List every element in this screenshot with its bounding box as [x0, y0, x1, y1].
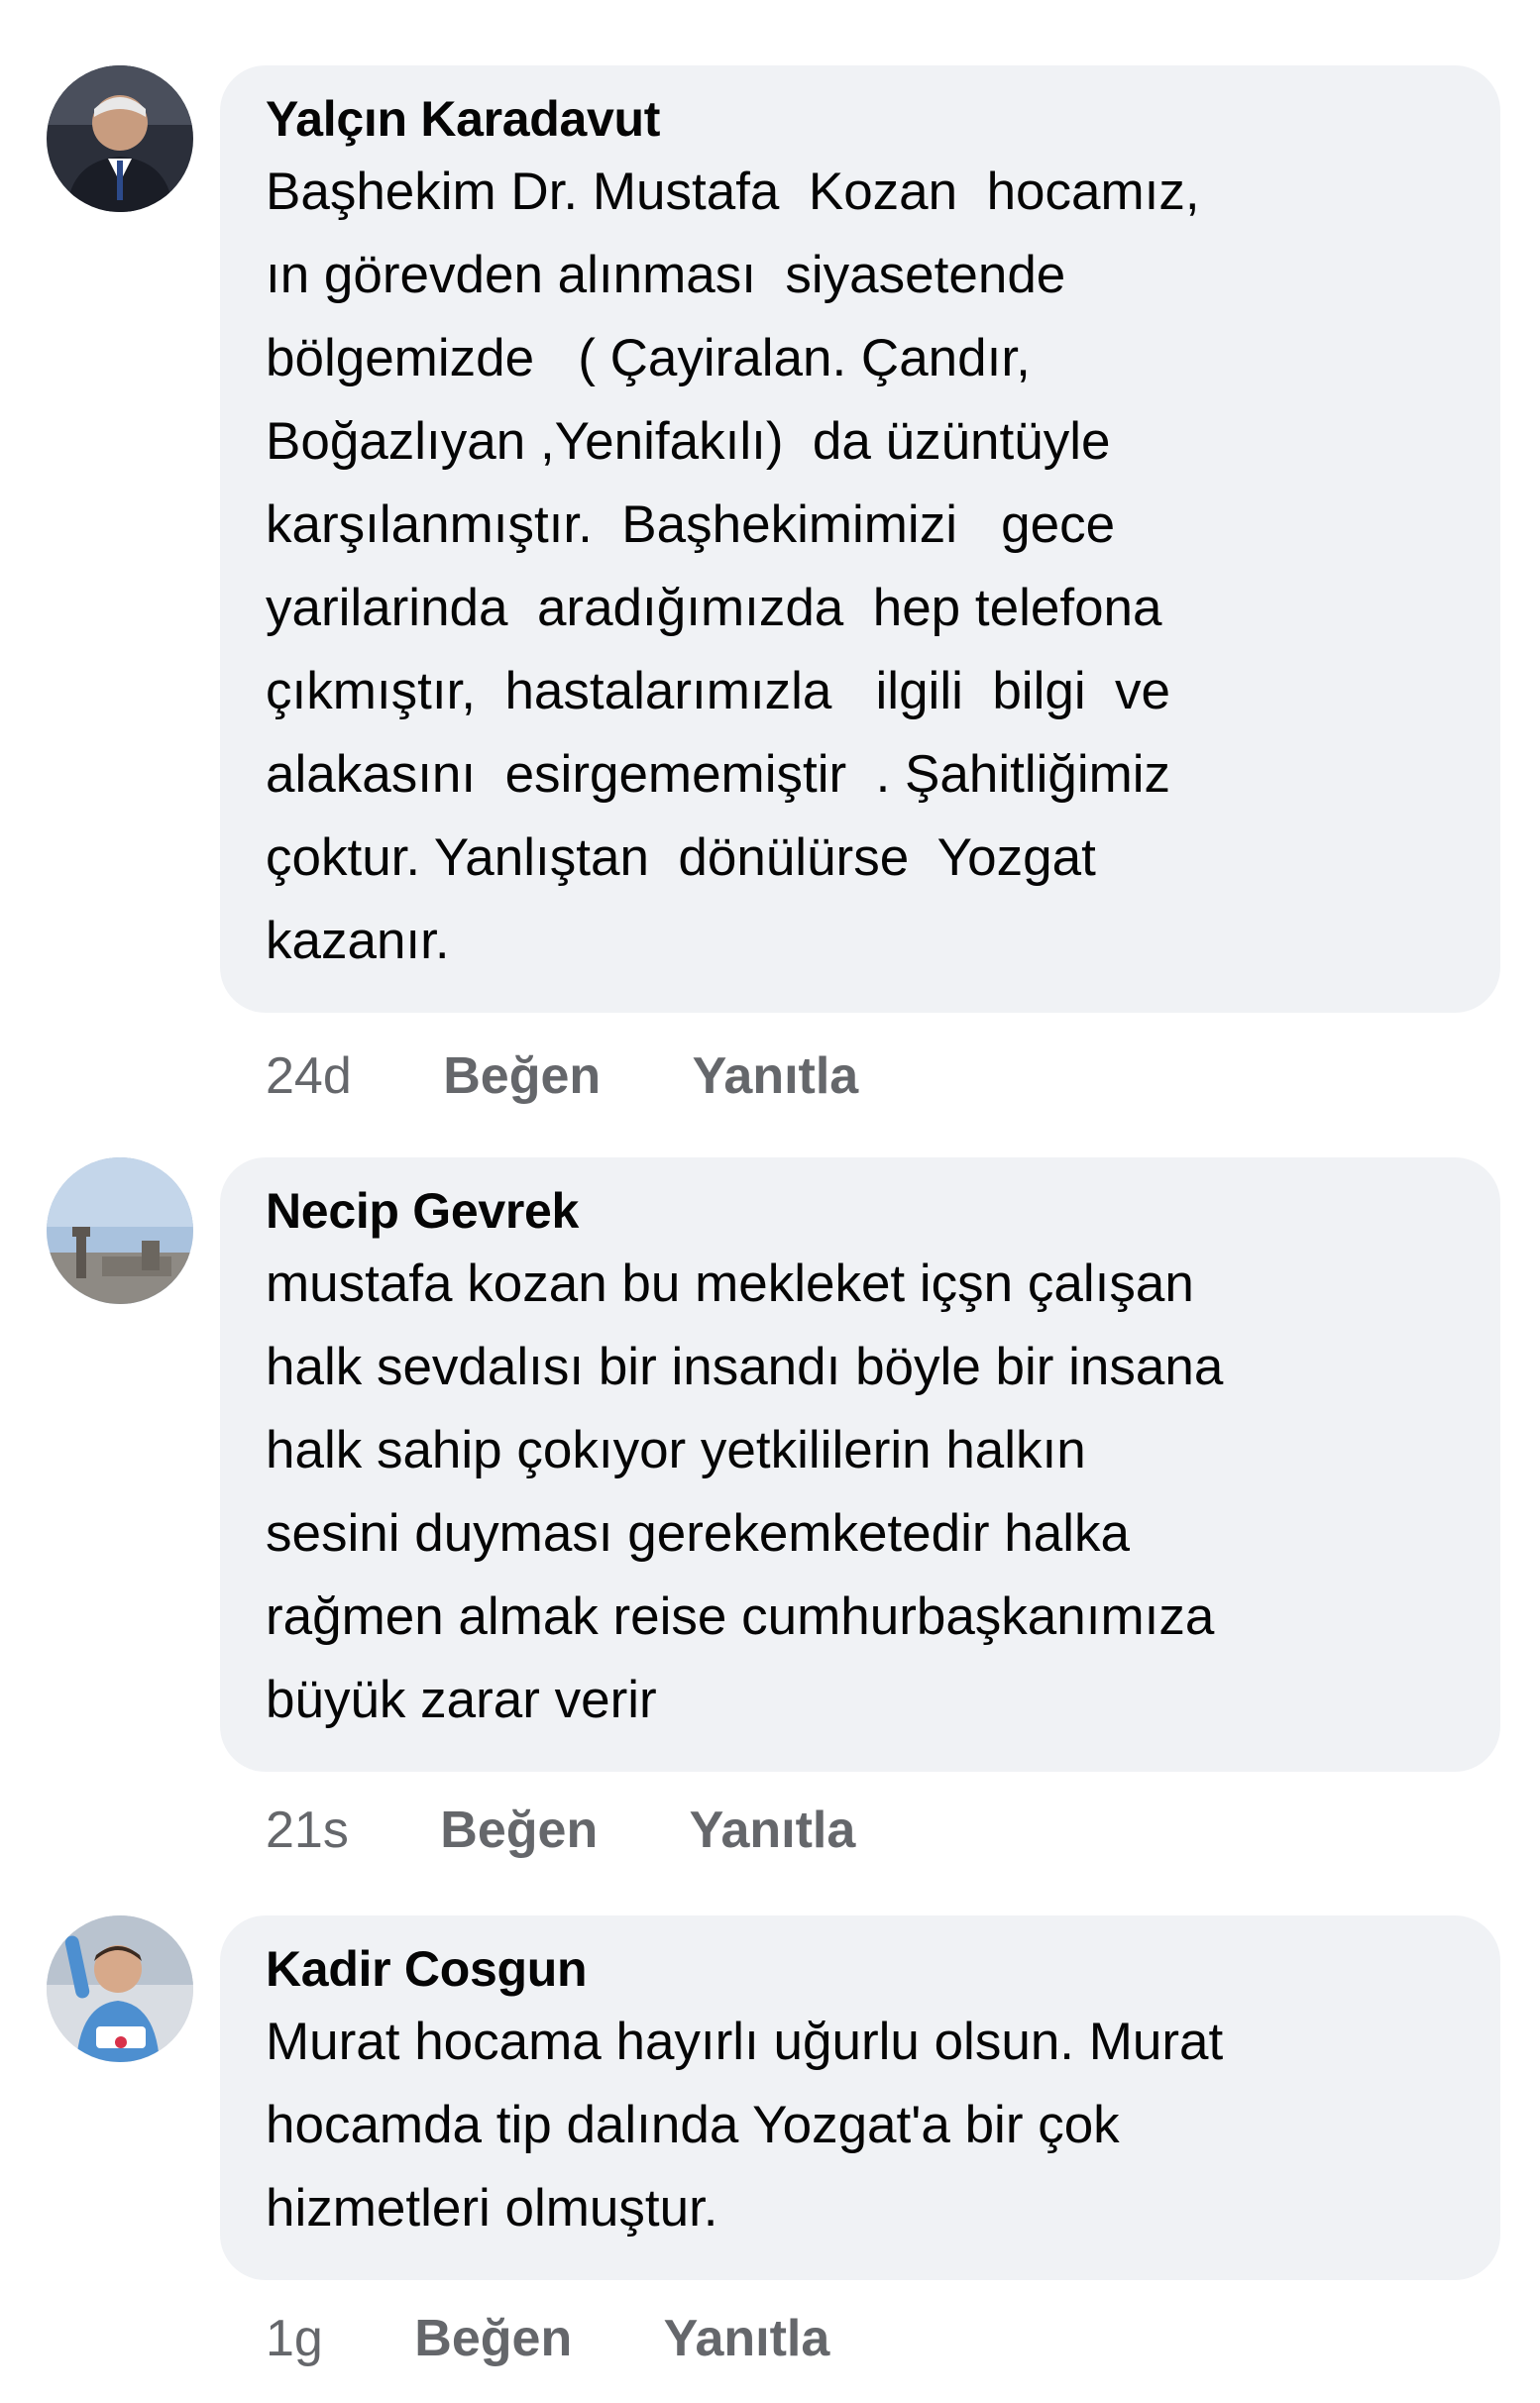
comment-actions: 21s Beğen Yanıtla	[266, 1799, 855, 1862]
user-avatar-icon	[47, 1157, 193, 1304]
avatar[interactable]	[47, 1157, 193, 1304]
reply-button[interactable]: Yanıtla	[690, 1799, 856, 1862]
avatar[interactable]	[47, 1915, 193, 2062]
like-button[interactable]: Beğen	[443, 1044, 601, 1108]
comment-text: Murat hocama hayırlı uğurlu olsun. Murat…	[266, 2013, 1224, 2238]
comment-text: mustafa kozan bu mekleket içşn çalışan h…	[266, 1255, 1224, 1729]
like-button[interactable]: Beğen	[414, 2307, 572, 2370]
user-avatar-icon	[47, 1915, 193, 2062]
comment-author[interactable]: Necip Gevrek	[266, 1179, 1455, 1243]
comment-bubble: Kadir Cosgun Murat hocama hayırlı uğurlu…	[220, 1915, 1500, 2280]
comment-timestamp[interactable]: 21s	[266, 1799, 349, 1862]
reply-button[interactable]: Yanıtla	[664, 2307, 830, 2370]
reply-button[interactable]: Yanıtla	[693, 1044, 859, 1108]
comment-timestamp[interactable]: 1g	[266, 2307, 323, 2370]
comment-author[interactable]: Kadir Cosgun	[266, 1937, 1455, 2001]
user-avatar-icon	[47, 65, 193, 212]
comment-actions: 1g Beğen Yanıtla	[266, 2307, 829, 2370]
like-button[interactable]: Beğen	[440, 1799, 598, 1862]
avatar[interactable]	[47, 65, 193, 212]
comment-actions: 24d Beğen Yanıtla	[266, 1044, 858, 1108]
comment-text: Başhekim Dr. Mustafa Kozan hocamız, ın g…	[266, 163, 1200, 970]
comment-author[interactable]: Yalçın Karadavut	[266, 87, 1455, 151]
comment-bubble: Necip Gevrek mustafa kozan bu mekleket i…	[220, 1157, 1500, 1772]
comment-timestamp[interactable]: 24d	[266, 1044, 352, 1108]
comment-bubble: Yalçın Karadavut Başhekim Dr. Mustafa Ko…	[220, 65, 1500, 1013]
